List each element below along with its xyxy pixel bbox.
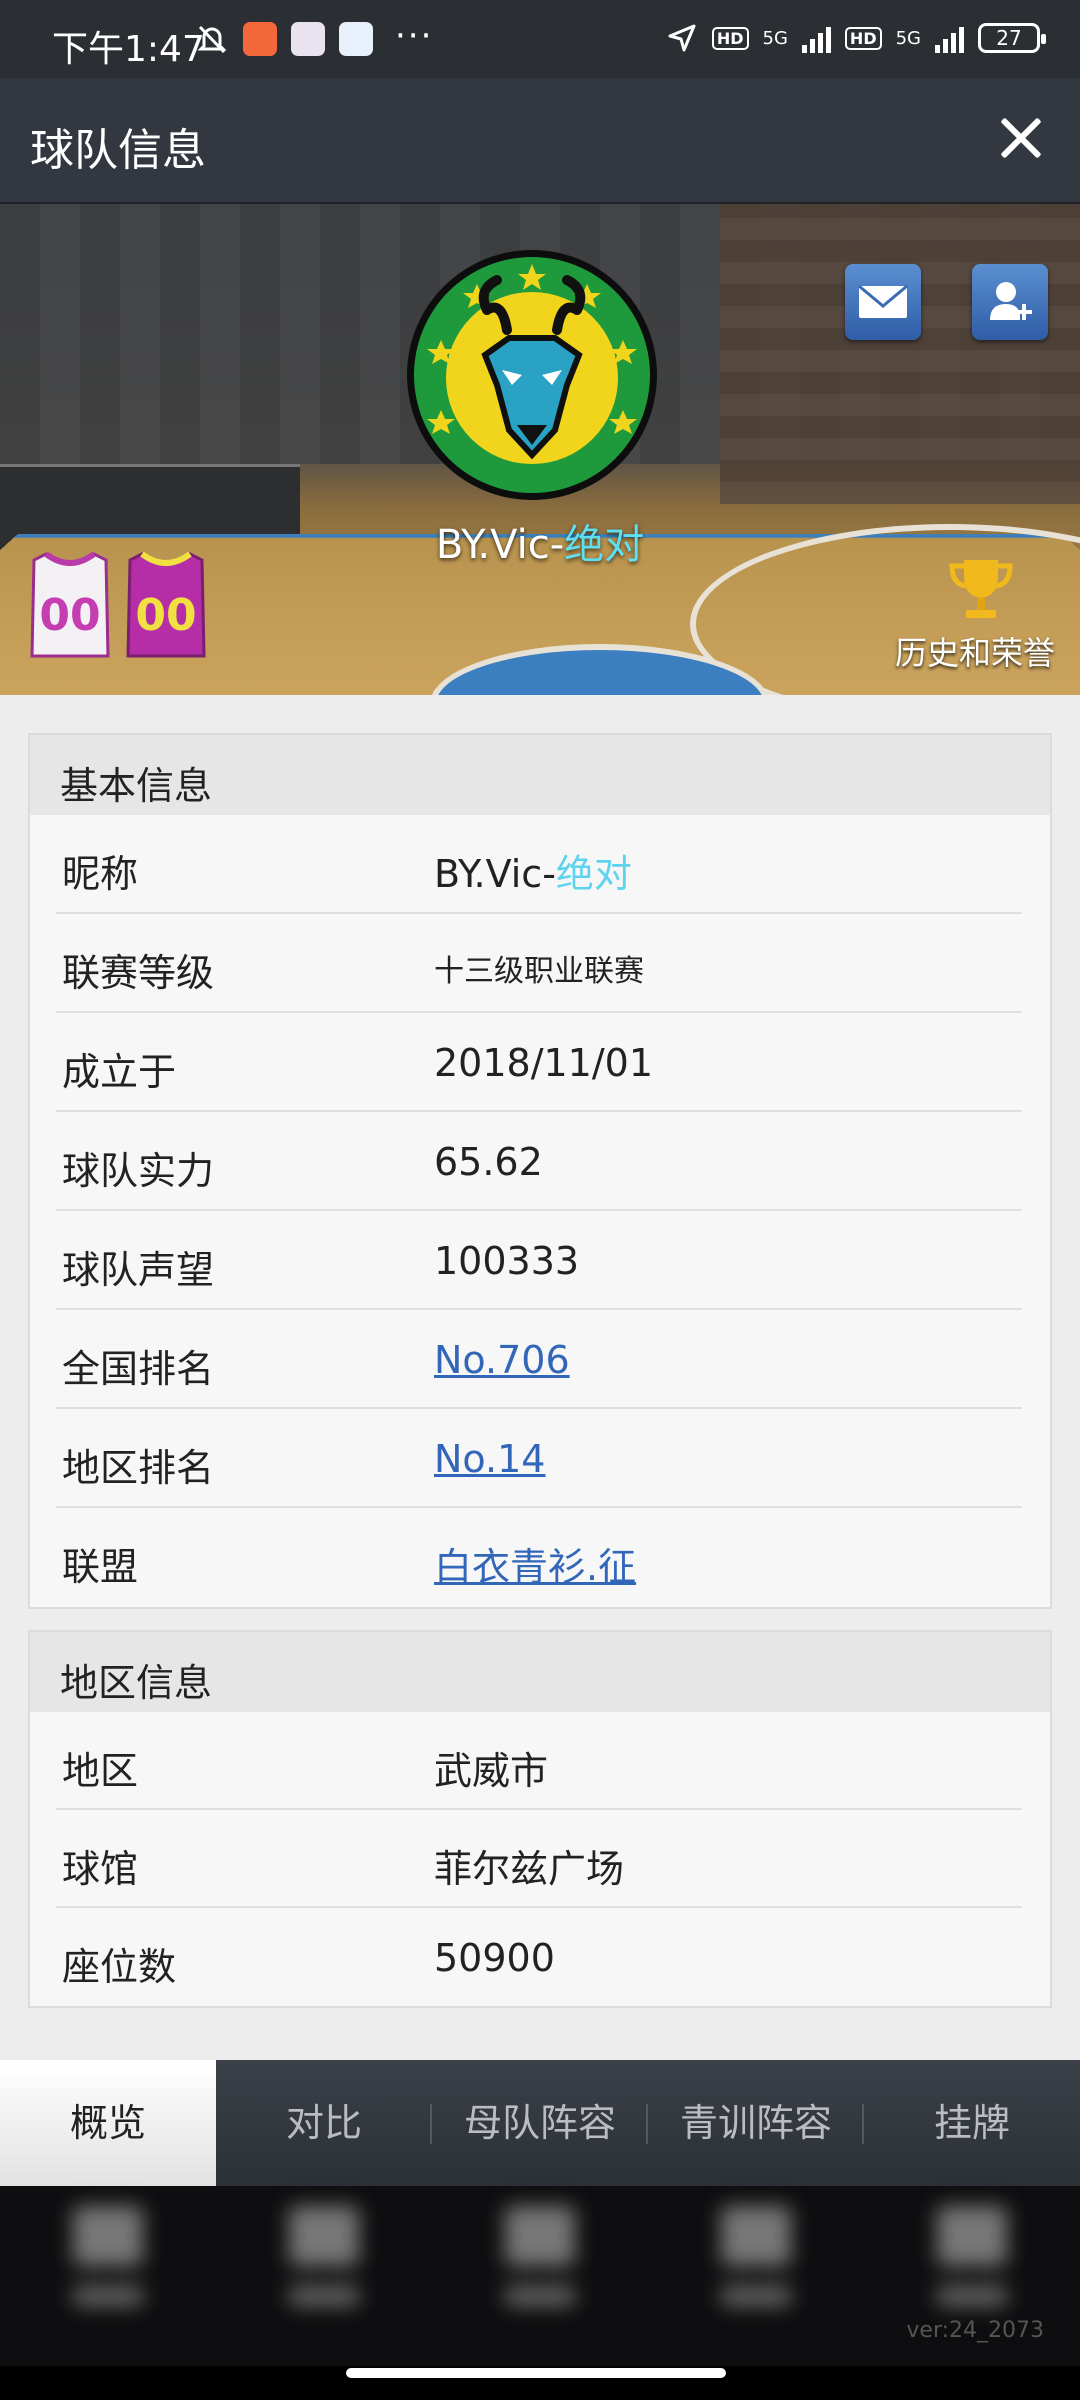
reputation-value: 100333	[434, 1239, 580, 1283]
more-notifications-icon: ···	[395, 16, 434, 56]
arena-value: 菲尔兹广场	[434, 1847, 625, 1891]
app-notification-icon	[339, 22, 373, 56]
tab-label: 母队阵容	[463, 2101, 616, 2145]
tab-label: 青训阵容	[679, 2101, 832, 2145]
row-label: 联赛等级	[62, 951, 215, 995]
basic-info-card: 基本信息 昵称 BY.Vic-绝对 联赛等级 十三级职业联赛 成立于 2018/…	[28, 733, 1052, 1609]
info-row-league-level: 联赛等级 十三级职业联赛	[56, 914, 1022, 1013]
history-honors-link[interactable]: 历史和荣誉	[895, 628, 1055, 674]
add-friend-icon	[990, 282, 1032, 320]
row-label: 地区	[62, 1749, 139, 1793]
page-title: 球队信息	[30, 125, 206, 176]
info-row-nickname: 昵称 BY.Vic-绝对	[56, 815, 1022, 914]
version-label: ver:24_2073	[906, 2318, 1044, 2343]
row-label: 昵称	[62, 852, 139, 896]
tab-main-roster[interactable]: 母队阵容	[432, 2060, 648, 2186]
alliance-link[interactable]: 白衣青衫.征	[434, 1536, 636, 1591]
arena-wall	[720, 204, 1080, 504]
info-row-region: 地区 武威市	[56, 1712, 1022, 1810]
location-icon	[668, 24, 696, 52]
seats-value: 50900	[434, 1936, 555, 1980]
row-label: 地区排名	[62, 1446, 215, 1490]
trophy-icon[interactable]	[946, 556, 1016, 622]
add-friend-button[interactable]	[972, 264, 1048, 340]
jersey-number: 00	[39, 590, 101, 641]
team-name-accent: 绝对	[564, 522, 645, 568]
nickname-prefix: BY.Vic-	[434, 852, 556, 896]
row-label: 全国排名	[62, 1347, 215, 1391]
region-value: 武威市	[434, 1749, 549, 1793]
info-row-region-rank: 地区排名 No.14	[56, 1409, 1022, 1508]
region-info-header: 地区信息	[30, 1632, 1050, 1712]
app-notification-icon	[243, 22, 277, 56]
hd-badge: HD	[844, 26, 882, 50]
blurred-nav-icon[interactable]	[58, 2196, 158, 2326]
signal-icon	[801, 23, 831, 53]
row-label: 球馆	[62, 1847, 139, 1891]
info-row-reputation: 球队声望 100333	[56, 1211, 1022, 1310]
mail-icon	[858, 284, 908, 318]
info-row-seats: 座位数 50900	[56, 1908, 1022, 2006]
network-type: 5G	[895, 27, 921, 49]
info-row-founded: 成立于 2018/11/01	[56, 1013, 1022, 1112]
team-logo[interactable]	[407, 250, 657, 500]
info-row-strength: 球队实力 65.62	[56, 1112, 1022, 1211]
row-label: 球队实力	[62, 1149, 215, 1193]
row-label: 联盟	[62, 1545, 139, 1589]
strength-value: 65.62	[434, 1140, 543, 1184]
founded-value: 2018/11/01	[434, 1041, 654, 1085]
close-button[interactable]	[990, 108, 1050, 168]
tab-compare[interactable]: 对比	[216, 2060, 432, 2186]
national-rank-link[interactable]: No.706	[434, 1338, 570, 1382]
deer-logo-icon	[414, 257, 650, 493]
league-level-value: 十三级职业联赛	[434, 954, 644, 989]
tab-label: 挂牌	[933, 2101, 1010, 2145]
hd-badge: HD	[711, 26, 749, 50]
app-notification-icon	[291, 22, 325, 56]
status-bar: 下午1:47 ··· HD 5G HD 5G 27	[0, 0, 1080, 78]
basic-info-header: 基本信息	[30, 735, 1050, 815]
tab-label: 对比	[285, 2101, 362, 2145]
battery-icon: 27	[978, 23, 1046, 53]
info-row-alliance: 联盟 白衣青衫.征	[56, 1508, 1022, 1607]
info-row-arena: 球馆 菲尔兹广场	[56, 1810, 1022, 1908]
nickname-accent: 绝对	[555, 852, 632, 896]
region-info-card: 地区信息 地区 武威市 球馆 菲尔兹广场 座位数 50900	[28, 1630, 1052, 2008]
blurred-nav-icon[interactable]	[706, 2196, 806, 2326]
info-row-national-rank: 全国排名 No.706	[56, 1310, 1022, 1409]
row-label: 成立于	[62, 1050, 177, 1094]
signal-icon	[935, 23, 964, 53]
jersey-number: 00	[135, 590, 197, 641]
network-type: 5G	[762, 27, 788, 49]
team-name-prefix: BY.Vic-	[435, 522, 565, 568]
row-label: 球队声望	[62, 1248, 215, 1292]
blurred-nav-icon[interactable]	[922, 2196, 1022, 2326]
tab-youth-roster[interactable]: 青训阵容	[648, 2060, 864, 2186]
home-jersey[interactable]: 00	[26, 550, 114, 660]
mute-bell-icon	[197, 25, 227, 54]
mail-button[interactable]	[845, 264, 921, 340]
tab-overview[interactable]: 概览	[0, 2060, 216, 2186]
region-rank-link[interactable]: No.14	[434, 1437, 545, 1481]
nickname-value: BY.Vic-绝对	[434, 843, 632, 898]
status-time: 下午1:47	[52, 29, 205, 70]
bottom-nav-blurred: ver:24_2073	[0, 2186, 1080, 2366]
blurred-nav-icon[interactable]	[490, 2196, 590, 2326]
tab-label: 概览	[69, 2101, 146, 2145]
blurred-nav-icon[interactable]	[274, 2196, 374, 2326]
home-indicator[interactable]	[346, 2368, 726, 2378]
row-label: 座位数	[62, 1945, 177, 1989]
tab-listing[interactable]: 挂牌	[864, 2060, 1080, 2186]
title-bar: 球队信息	[0, 78, 1080, 204]
tab-bar: 概览 对比 母队阵容 青训阵容 挂牌	[0, 2060, 1080, 2186]
away-jersey[interactable]: 00	[122, 550, 210, 660]
content-area: 基本信息 昵称 BY.Vic-绝对 联赛等级 十三级职业联赛 成立于 2018/…	[0, 695, 1080, 2060]
